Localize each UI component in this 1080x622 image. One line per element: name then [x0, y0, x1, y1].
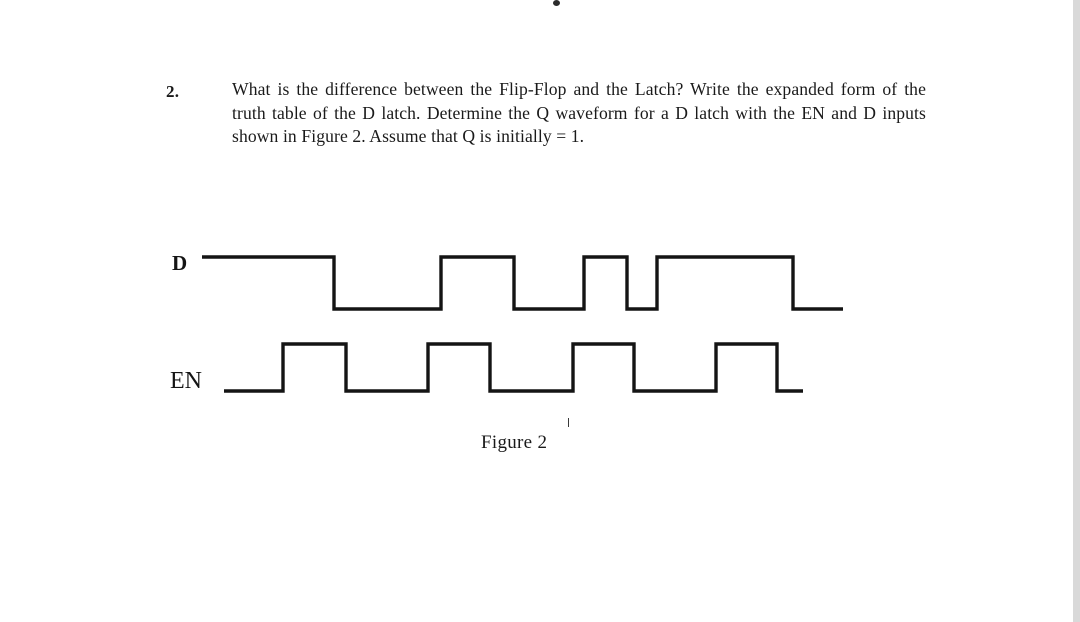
waveform-d-trace — [202, 255, 843, 311]
signal-label-d: D — [172, 251, 188, 275]
waveform-plot — [202, 255, 843, 393]
document-page: 2. What is the difference between the Fl… — [0, 0, 1073, 622]
waveform-en-trace — [224, 342, 803, 393]
figure-caption: Figure 2 — [481, 432, 548, 453]
question-text: What is the difference between the Flip-… — [232, 78, 926, 149]
question-block: 2. What is the difference between the Fl… — [166, 78, 926, 149]
question-line-4: Assume that Q is initially = 1. — [369, 126, 585, 147]
signal-label-en: EN — [170, 368, 202, 394]
question-number: 2. — [166, 82, 180, 101]
question-line-1: What is the difference between the Flip-… — [232, 79, 759, 99]
scan-artifact-speck — [553, 0, 560, 6]
page-right-margin-strip — [1073, 0, 1080, 622]
caption-tick-mark — [568, 418, 569, 427]
